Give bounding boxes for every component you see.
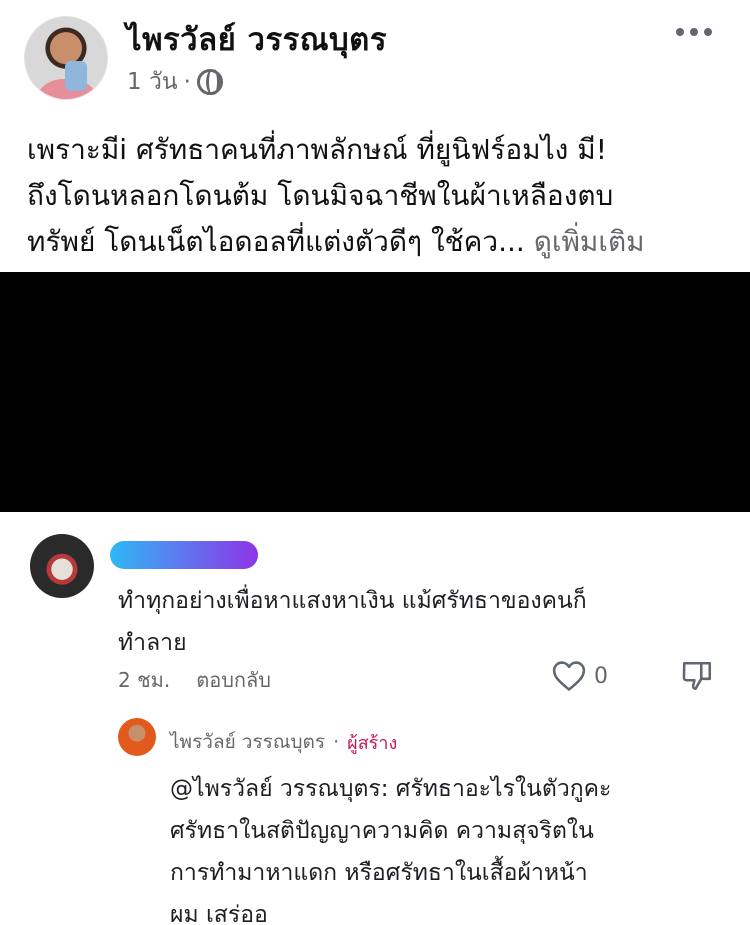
more-horizontal-icon[interactable] bbox=[676, 28, 712, 36]
globe-icon bbox=[196, 69, 223, 95]
reply-text-line: การทำมาหาแดก หรือศรัทธาในเสื้อผ้าหน้า bbox=[170, 860, 588, 886]
post-text-line-truncated: ทรัพย์ โดนเน็ตไอดอลที่แต่งตัวดีๆ ใช้คว..… bbox=[27, 225, 525, 258]
see-more-link[interactable]: ดูเพิ่มเติม bbox=[534, 225, 645, 258]
like-count: 0 bbox=[594, 663, 608, 689]
thumbs-down-icon[interactable] bbox=[680, 658, 714, 694]
reply-separator: · bbox=[333, 731, 340, 753]
post-header: ไพรวัลย์ วรรณบุตร 1 วัน · bbox=[0, 0, 750, 115]
reply-button[interactable]: ตอบกลับ bbox=[196, 664, 271, 696]
more-dot bbox=[690, 28, 698, 36]
post-time[interactable]: 1 วัน bbox=[127, 64, 178, 100]
post-text-line: ทรัพย์ โดนเน็ตไอดอลที่แต่งตัวดีๆ ใช้คว..… bbox=[27, 219, 727, 265]
creator-badge: ผู้สร้าง bbox=[347, 732, 398, 754]
commenter-avatar[interactable] bbox=[30, 534, 94, 598]
avatar-phone bbox=[65, 61, 87, 91]
more-dot bbox=[676, 28, 684, 36]
post-text-line: เพราะมีi ศรัทธาคนที่ภาพลักษณ์ ที่ยูนิฟร์… bbox=[27, 133, 607, 166]
comment-actions: 2 ชม. ตอบกลับ bbox=[118, 664, 271, 696]
reply-text-line: ศรัทธาในสติปัญญาความคิด ความสุจริตใน bbox=[170, 818, 594, 844]
meta-separator: · bbox=[183, 69, 191, 95]
comment-text-line: ทำทุกอย่างเพื่อหาแสงหาเงิน แม้ศรัทธาของค… bbox=[118, 588, 587, 614]
comment-time: 2 ชม. bbox=[118, 668, 171, 692]
comment-text-line: ทำลาย bbox=[118, 630, 187, 656]
post-body: เพราะมีi ศรัทธาคนที่ภาพลักษณ์ ที่ยูนิฟร์… bbox=[27, 127, 727, 265]
like-button[interactable]: 0 bbox=[552, 660, 608, 692]
commenter-name-redacted bbox=[110, 541, 258, 569]
post-text-line: ถึงโดนหลอกโดนต้ม โดนมิจฉาชีพในผ้าเหลืองต… bbox=[27, 179, 614, 212]
more-dot bbox=[704, 28, 712, 36]
post-media[interactable] bbox=[0, 272, 750, 512]
reply-text-line: ผม เสร่ออ bbox=[170, 902, 268, 925]
heart-icon bbox=[552, 661, 586, 691]
author-name[interactable]: ไพรวัลย์ วรรณบุตร bbox=[126, 14, 387, 64]
reply-header: ไพรวัลย์ วรรณบุตร · ผู้สร้าง bbox=[170, 727, 397, 757]
comment-text: ทำทุกอย่างเพื่อหาแสงหาเงิน แม้ศรัทธาของค… bbox=[118, 580, 678, 664]
author-avatar[interactable] bbox=[24, 16, 108, 100]
reply-author-name[interactable]: ไพรวัลย์ วรรณบุตร bbox=[170, 727, 325, 757]
post-meta: 1 วัน · bbox=[127, 64, 223, 100]
reply-text: @ไพรวัลย์ วรรณบุตร: ศรัทธาอะไรในตัวกูคะ … bbox=[170, 768, 730, 925]
reply-text-line: @ไพรวัลย์ วรรณบุตร: ศรัทธาอะไรในตัวกูคะ bbox=[170, 776, 612, 802]
reply-author-avatar[interactable] bbox=[118, 718, 156, 756]
